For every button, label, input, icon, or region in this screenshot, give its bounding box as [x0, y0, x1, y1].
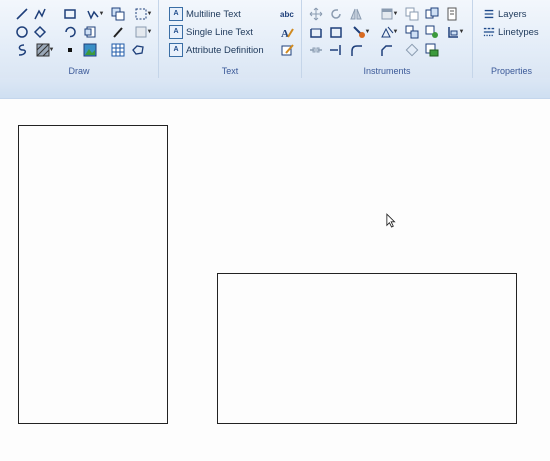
svg-text:abc: abc: [280, 10, 294, 19]
rotate-icon[interactable]: [328, 6, 344, 22]
array-icon[interactable]: [424, 6, 440, 22]
layers-icon: [483, 8, 495, 20]
line-icon[interactable]: [14, 6, 30, 22]
ribbon-subbar: [0, 78, 550, 99]
spline-dropdown-icon[interactable]: ▼: [84, 6, 106, 22]
trim-icon[interactable]: [444, 6, 460, 22]
edit-text-icon[interactable]: A: [279, 24, 295, 40]
region-dropdown-icon[interactable]: ▼: [132, 6, 154, 22]
export-icon[interactable]: [424, 42, 440, 58]
single-line-text-icon: A: [169, 25, 183, 39]
explode-icon[interactable]: [404, 24, 420, 40]
stretch-icon[interactable]: [404, 42, 420, 58]
fill-dropdown-icon[interactable]: ▼: [132, 24, 154, 40]
mirror-icon[interactable]: [348, 6, 364, 22]
polyline-icon[interactable]: [32, 6, 48, 22]
paint-dropdown-icon[interactable]: ▼: [350, 24, 372, 40]
break-icon[interactable]: [308, 42, 324, 58]
single-line-text-button[interactable]: A Single Line Text: [169, 24, 253, 40]
svg-text:A: A: [281, 28, 289, 39]
layers-label: Layers: [498, 8, 527, 20]
measure-icon[interactable]: [308, 24, 324, 40]
drawn-rectangle-wide[interactable]: [217, 273, 517, 424]
rectangle-icon[interactable]: [62, 6, 78, 22]
align-dropdown-icon[interactable]: ▼: [444, 24, 466, 40]
draw-panel-title[interactable]: Draw: [0, 66, 158, 76]
drawn-rectangle-tall[interactable]: [18, 125, 168, 424]
drawing-canvas[interactable]: [0, 99, 550, 461]
multiline-text-icon: A: [169, 7, 183, 21]
single-line-text-label: Single Line Text: [186, 26, 253, 38]
text-style-icon[interactable]: abc: [279, 6, 295, 22]
offset-icon[interactable]: [424, 24, 440, 40]
instruments-panel: ▼ ▼ ▼ ▼ Instruments: [302, 0, 473, 78]
point-icon[interactable]: [62, 42, 78, 58]
block-dropdown-icon[interactable]: ▼: [378, 6, 400, 22]
copy-icon[interactable]: [404, 6, 420, 22]
properties-panel: Layers Linetypes Properties: [473, 0, 550, 78]
freehand-icon[interactable]: [14, 42, 30, 58]
mouse-cursor-icon: [386, 213, 400, 231]
layers-button[interactable]: Layers: [483, 6, 527, 22]
table-insert-icon[interactable]: [82, 24, 98, 40]
properties-panel-title[interactable]: Properties: [473, 66, 550, 76]
brush-icon[interactable]: [110, 24, 126, 40]
attribute-definition-label: Attribute Definition: [186, 44, 264, 56]
linetypes-icon: [483, 26, 495, 38]
text-panel-title[interactable]: Text: [159, 66, 301, 76]
chamfer-icon[interactable]: [378, 42, 394, 58]
image-icon[interactable]: [82, 42, 98, 58]
linetypes-label: Linetypes: [498, 26, 539, 38]
multiline-text-button[interactable]: A Multiline Text: [169, 6, 241, 22]
text-panel: A Multiline Text A Single Line Text A At…: [159, 0, 302, 78]
attribute-edit-icon[interactable]: [279, 42, 295, 58]
revcloud-icon[interactable]: [130, 42, 146, 58]
attribute-definition-icon: A: [169, 43, 183, 57]
attribute-definition-button[interactable]: A Attribute Definition: [169, 42, 264, 58]
ribbon: ▼ ▼ ▼ ▼ Draw A Multiline Text A Single L…: [0, 0, 550, 79]
circle-icon[interactable]: [14, 24, 30, 40]
instruments-panel-title[interactable]: Instruments: [302, 66, 472, 76]
scale-dropdown-icon[interactable]: ▼: [378, 24, 400, 40]
linetypes-button[interactable]: Linetypes: [483, 24, 539, 40]
move-icon[interactable]: [308, 6, 324, 22]
arc-icon[interactable]: [62, 24, 78, 40]
fillet-icon[interactable]: [348, 42, 364, 58]
ellipse-icon[interactable]: [32, 24, 48, 40]
draw-panel: ▼ ▼ ▼ ▼ Draw: [0, 0, 159, 78]
hatch-boundary-icon[interactable]: [110, 6, 126, 22]
multiline-text-label: Multiline Text: [186, 8, 241, 20]
hatch-dropdown-icon[interactable]: ▼: [34, 42, 56, 58]
join-icon[interactable]: [328, 42, 344, 58]
grid-table-icon[interactable]: [110, 42, 126, 58]
dimension-icon[interactable]: [328, 24, 344, 40]
